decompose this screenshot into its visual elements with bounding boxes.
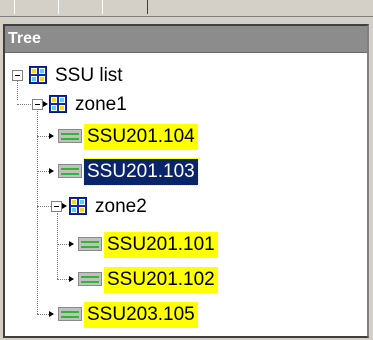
tree-connector (37, 206, 51, 207)
tree-node-label[interactable]: SSU list (52, 63, 126, 89)
group-icon (49, 95, 67, 113)
group-icon (29, 66, 47, 84)
arrow-icon (43, 101, 48, 107)
tree-node-label[interactable]: zone1 (72, 92, 130, 118)
expander-minus-icon[interactable] (32, 99, 43, 110)
tree-node-label[interactable]: SSU203.105 (84, 302, 198, 328)
tree-node-root[interactable]: SSU list (5, 62, 365, 88)
tree-node-device[interactable]: SSU203.105 (5, 301, 365, 328)
strip-tab (14, 0, 60, 14)
arrow-icon (69, 241, 74, 247)
panel-title: Tree (8, 30, 41, 47)
tree-node-label[interactable]: SSU201.103 (83, 158, 199, 186)
window-top-strip (0, 0, 373, 17)
device-icon (78, 272, 102, 286)
tree-node-label[interactable]: SSU201.104 (84, 124, 198, 150)
tree-node-zone1[interactable]: zone1 (5, 91, 365, 117)
arrow-icon (49, 168, 54, 174)
device-icon (78, 237, 102, 251)
tree-node-label[interactable]: SSU201.102 (104, 267, 218, 293)
device-icon (58, 164, 82, 178)
arrow-icon (49, 311, 54, 317)
tree-node-device-selected[interactable]: SSU201.103 (5, 158, 365, 186)
tree-node-label[interactable]: zone2 (92, 194, 150, 220)
expander-minus-icon[interactable] (51, 201, 62, 212)
strip-tab (58, 0, 104, 14)
tree-node-device[interactable]: SSU201.102 (5, 266, 365, 293)
tree-node-label[interactable]: SSU201.101 (104, 232, 218, 258)
device-icon (58, 129, 82, 143)
tree-view: SSU list zone1 SSU201.104 SSU201.103 zon… (5, 53, 367, 336)
tree-node-device[interactable]: SSU201.104 (5, 123, 365, 150)
tree-node-zone2[interactable]: zone2 (5, 193, 365, 219)
arrow-icon (49, 133, 54, 139)
panel-header: Tree (5, 26, 367, 53)
device-icon (58, 307, 82, 321)
arrow-icon (62, 203, 67, 209)
group-icon (69, 197, 87, 215)
arrow-icon (69, 276, 74, 282)
tree-connector (17, 104, 33, 105)
tree-node-device[interactable]: SSU201.101 (5, 231, 365, 258)
strip-tab (102, 0, 148, 14)
tree-panel: Tree SSU list zone1 SSU201.104 SSU201.10… (3, 24, 369, 338)
